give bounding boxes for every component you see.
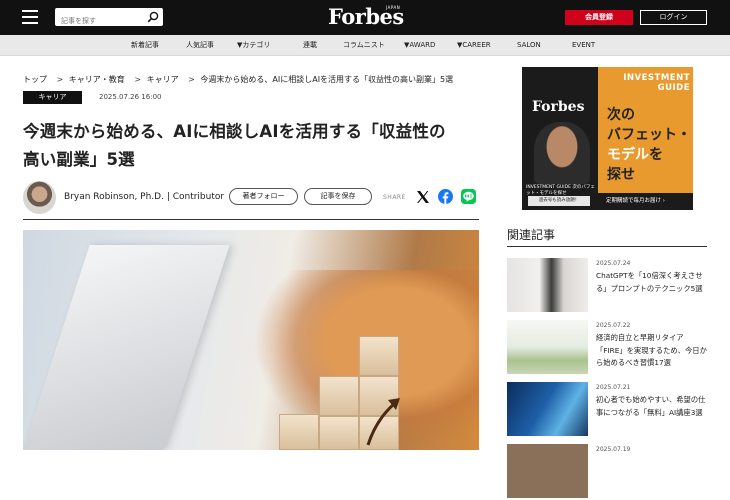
related-item[interactable]: 2025.07.24 ChatGPTを「10倍深く考えさせる」プロンプトのテクニ…	[507, 258, 707, 314]
ad-title-line: GUIDE	[657, 83, 690, 93]
ad-title: INVESTMENT GUIDE	[590, 73, 690, 93]
nav-item-category[interactable]: ▼カテゴリ	[237, 35, 270, 56]
ad-copy-line: 次の	[607, 107, 635, 123]
related-divider	[507, 246, 707, 247]
breadcrumb-top[interactable]: トップ	[23, 75, 47, 84]
x-share-icon[interactable]	[416, 190, 430, 204]
article-title-line: 今週末から始める、AIに相談しAIを活用する「収益性の	[23, 122, 446, 141]
wood-block	[359, 336, 399, 376]
related-item[interactable]: 2025.07.19	[507, 444, 707, 500]
laptop-graphic	[23, 245, 230, 450]
wood-block	[279, 414, 319, 450]
nav-item-popular[interactable]: 人気記事	[186, 35, 214, 56]
breadcrumb-separator: >	[188, 75, 195, 84]
publish-date: 2025.07.26 16:00	[99, 93, 162, 101]
nav-item-columnist[interactable]: コラムニスト	[343, 35, 385, 56]
ad-copy: 次の バフェット・ モデルを 探せ	[607, 105, 691, 185]
breadcrumb-career-education[interactable]: キャリア・教育	[69, 75, 125, 84]
top-header: Forbes JAPAN 会員登録 ログイン	[0, 0, 730, 35]
search-icon[interactable]	[147, 11, 159, 23]
related-item[interactable]: 2025.07.21 初心者でも始めやすい、希望の仕事につながる「無料」AI講座…	[507, 382, 707, 438]
related-thumbnail	[507, 444, 588, 498]
article-title: 今週末から始める、AIに相談しAIを活用する「収益性の 高い副業」5選	[23, 118, 483, 174]
wood-block	[319, 376, 359, 416]
search-input[interactable]	[55, 12, 141, 30]
search-box[interactable]	[55, 8, 163, 30]
share-label: SHARE	[383, 194, 406, 201]
related-date: 2025.07.22	[596, 322, 631, 329]
article-title-line: 高い副業」5選	[23, 150, 135, 169]
ad-copy-line: 探せ	[607, 167, 635, 183]
growth-arrow-icon	[366, 398, 400, 446]
related-thumbnail	[507, 382, 588, 436]
breadcrumb-separator: >	[56, 75, 64, 84]
related-thumbnail	[507, 320, 588, 374]
nav-item-career[interactable]: ▼CAREER	[457, 35, 491, 56]
hero-image	[23, 230, 479, 450]
ad-copy-accent: モデル	[607, 147, 649, 163]
ad-subscribe-link[interactable]: 定期購読で毎月お届け ›	[598, 193, 693, 210]
breadcrumb-career[interactable]: キャリア	[147, 75, 179, 84]
ad-backissues-tag: 過去号も読み放題！	[528, 196, 590, 206]
ad-title-line: INVESTMENT	[623, 73, 690, 83]
ad-portrait	[534, 122, 590, 184]
menu-icon[interactable]	[22, 10, 38, 24]
main-nav: 新着記事 人気記事 ▼カテゴリ 連載 コラムニスト ▼AWARD ▼CAREER…	[0, 35, 730, 56]
related-thumbnail	[507, 258, 588, 312]
author-avatar[interactable]	[23, 181, 56, 214]
follow-author-button[interactable]: 著者フォロー	[229, 188, 298, 205]
author-name[interactable]: Bryan Robinson, Ph.D. | Contributor	[64, 192, 224, 202]
save-article-button[interactable]: 記事を保存	[304, 188, 372, 205]
ad-magazine-logo: Forbes	[532, 99, 585, 115]
related-title: 経済的自立と早期リタイア「FIRE」を実現するため、今日から始めるべき習慣17選	[596, 333, 707, 367]
breadcrumb-separator: >	[134, 75, 142, 84]
related-date: 2025.07.21	[596, 384, 631, 391]
ad-copy-line: バフェット・	[607, 127, 691, 143]
login-button[interactable]: ログイン	[640, 10, 707, 25]
nav-item-series[interactable]: 連載	[303, 35, 317, 56]
ad-copy-line: モデルを	[607, 145, 691, 165]
facebook-share-icon[interactable]	[438, 189, 453, 204]
nav-item-award[interactable]: ▼AWARD	[404, 35, 435, 56]
divider	[23, 219, 479, 220]
breadcrumb: トップ > キャリア・教育 > キャリア > 今週末から始める、AIに相談しAI…	[23, 74, 460, 85]
related-heading: 関連記事	[507, 228, 556, 242]
category-badge[interactable]: キャリア	[23, 91, 82, 104]
register-button[interactable]: 会員登録	[565, 10, 633, 25]
breadcrumb-current: 今週末から始める、AIに相談しAIを活用する「収益性の高い副業」5選	[200, 75, 454, 84]
related-item[interactable]: 2025.07.22 経済的自立と早期リタイア「FIRE」を実現するため、今日か…	[507, 320, 707, 376]
nav-item-salon[interactable]: SALON	[517, 35, 541, 56]
nav-item-new[interactable]: 新着記事	[131, 35, 159, 56]
nav-item-event[interactable]: EVENT	[572, 35, 595, 56]
wood-block	[319, 416, 359, 450]
ad-copy-text: を	[649, 147, 663, 163]
logo-sub: JAPAN	[386, 5, 401, 10]
related-title: 初心者でも始めやすい、希望の仕事につながる「無料」AI講座3選	[596, 395, 706, 417]
investment-guide-ad[interactable]: INVESTMENT GUIDE Forbes INVESTMENT GUIDE…	[522, 67, 693, 210]
related-title: ChatGPTを「10倍深く考えさせる」プロンプトのテクニック5選	[596, 271, 703, 293]
related-date: 2025.07.24	[596, 260, 631, 267]
line-share-icon[interactable]	[461, 189, 476, 204]
